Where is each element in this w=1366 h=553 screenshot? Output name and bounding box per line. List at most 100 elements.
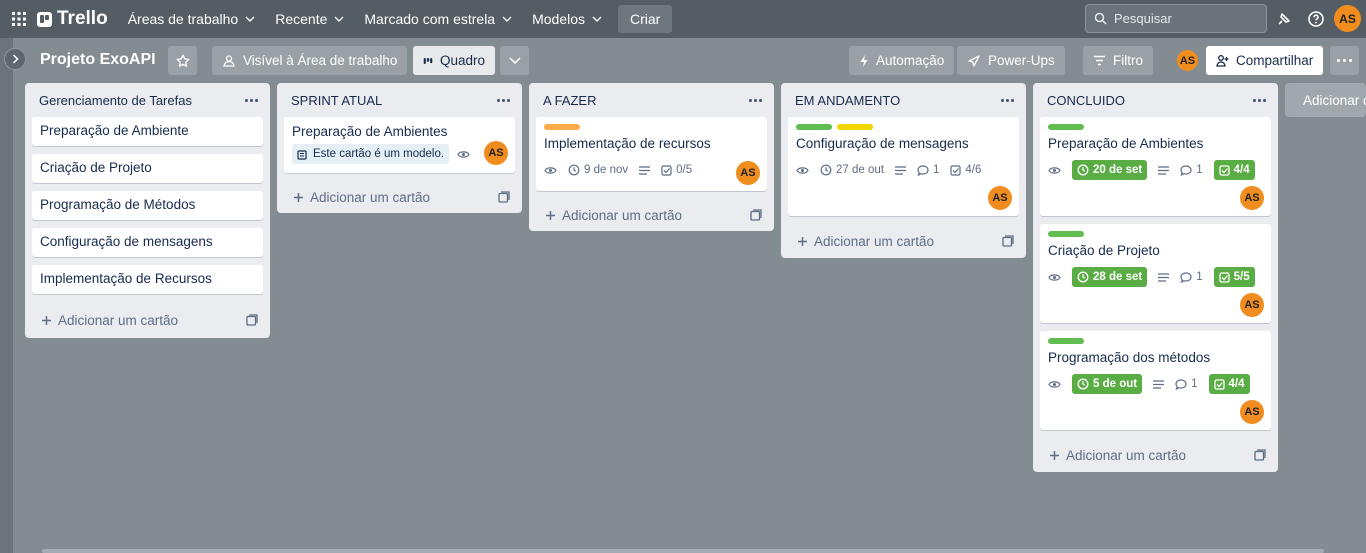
add-card-row: Adicionar um cartão [1033,438,1278,472]
view-switcher-button[interactable] [500,46,529,75]
menu-recent[interactable]: Recente [265,3,354,35]
due-date-badge[interactable]: 27 de out [820,164,884,176]
label-green[interactable] [1048,231,1084,237]
list-header: A FAZER [529,83,774,117]
list-menu-icon[interactable] [241,95,262,106]
checkbox-icon [1213,378,1225,390]
comments-badge: 1 [1175,378,1198,390]
card-member-avatar[interactable]: AS [484,141,508,165]
card-member-avatar[interactable]: AS [988,186,1012,210]
list-title[interactable]: A FAZER [543,93,596,108]
card[interactable]: Criação de Projeto 28 de set 1 5/5 AS [1040,224,1271,323]
template-icon[interactable] [1254,449,1266,461]
board-title[interactable]: Projeto ExoAPI [40,51,156,69]
card-title: Configuração de mensagens [40,234,213,249]
menu-starred[interactable]: Marcado com estrela [354,3,522,35]
list-a-fazer: A FAZER Implementação de recursos 9 de n… [529,83,774,231]
label-yellow[interactable] [837,124,873,130]
card-member-avatar[interactable]: AS [1240,400,1264,424]
filter-button[interactable]: Filtro [1083,46,1153,75]
card[interactable]: Criação de Projeto [32,154,263,183]
app-switcher-icon[interactable] [11,11,27,27]
add-card-button[interactable]: Adicionar um cartão [293,190,430,205]
template-icon[interactable] [498,191,510,203]
card-title: Programação dos métodos [1048,350,1211,365]
filter-icon [1094,55,1105,66]
due-date-badge[interactable]: 5 de out [1072,374,1143,394]
add-person-icon [1216,55,1229,67]
card-member-avatar[interactable]: AS [1240,293,1264,317]
card-title: Configuração de mensagens [796,136,969,151]
label-green[interactable] [1048,124,1084,130]
share-button[interactable]: Compartilhar [1206,46,1324,75]
add-list-button[interactable]: Adicionar outra lista [1285,83,1366,117]
visibility-label: Visível à Área de trabalho [243,53,398,68]
list-sprint-atual: SPRINT ATUAL Preparação de Ambientes Est… [277,83,522,213]
watch-icon [457,150,470,158]
comment-count: 1 [1196,164,1203,176]
board-menu-button[interactable] [1330,46,1359,75]
description-icon [1158,165,1170,175]
template-icon[interactable] [246,314,258,326]
clock-icon [1077,164,1089,176]
list-menu-icon[interactable] [997,95,1018,106]
add-card-button[interactable]: Adicionar um cartão [1049,448,1186,463]
card[interactable]: Preparação de Ambientes Este cartão é um… [284,117,515,173]
chevron-down-icon [508,57,521,64]
automation-button[interactable]: Automação [849,46,955,75]
checkbox-icon [950,164,961,176]
list-title[interactable]: SPRINT ATUAL [291,93,382,108]
card[interactable]: Implementação de Recursos [32,265,263,294]
visibility-button[interactable]: Visível à Área de trabalho [212,46,408,75]
label-green[interactable] [796,124,832,130]
template-icon[interactable] [1002,235,1014,247]
due-date-badge[interactable]: 28 de set [1072,267,1148,287]
card[interactable]: Implementação de recursos 9 de nov 0/5 A… [536,117,767,191]
card[interactable]: Programação de Métodos [32,191,263,220]
menu-workspaces[interactable]: Áreas de trabalho [118,3,266,35]
checkbox-icon [1218,164,1230,176]
trello-logo[interactable]: Trello [37,8,108,30]
card-member-avatar[interactable]: AS [736,161,760,185]
board-view-button[interactable]: Quadro [413,46,495,75]
horizontal-scrollbar[interactable] [42,549,1324,553]
label-orange[interactable] [544,124,580,130]
trello-logo-icon [37,11,52,27]
card-member-avatar[interactable]: AS [1240,186,1264,210]
powerups-button[interactable]: Power-Ups [957,46,1065,75]
clock-icon [568,164,580,176]
checklist-badge: 4/4 [1208,374,1250,394]
user-avatar[interactable]: AS [1334,5,1361,32]
checklist-badge: 4/4 [1213,160,1255,180]
comment-count: 1 [932,164,940,176]
search-input[interactable]: Pesquisar [1085,4,1267,33]
add-card-button[interactable]: Adicionar um cartão [41,313,178,328]
due-date-badge[interactable]: 9 de nov [568,164,628,176]
card[interactable]: Configuração de mensagens 27 de out 1 4/… [788,117,1019,216]
powerups-label: Power-Ups [988,53,1055,68]
star-board-button[interactable] [168,46,197,75]
card[interactable]: Configuração de mensagens [32,228,263,257]
add-card-button[interactable]: Adicionar um cartão [545,208,682,223]
add-card-button[interactable]: Adicionar um cartão [797,234,934,249]
board-member-avatar[interactable]: AS [1175,48,1200,73]
card[interactable]: Preparação de Ambiente [32,117,263,146]
description-icon [639,165,651,175]
list-concluido: CONCLUIDO Preparação de Ambientes 20 de … [1033,83,1278,472]
menu-templates[interactable]: Modelos [522,3,612,35]
list-title[interactable]: Gerenciamento de Tarefas [39,93,192,108]
due-date-badge[interactable]: 20 de set [1072,160,1148,180]
template-icon[interactable] [750,209,762,221]
notifications-icon[interactable] [1275,10,1293,28]
card[interactable]: Programação dos métodos 5 de out 1 4/4 A… [1040,331,1271,430]
plus-icon [546,210,555,220]
list-title[interactable]: CONCLUIDO [1047,93,1125,108]
create-button[interactable]: Criar [618,5,673,33]
help-icon[interactable] [1307,10,1325,28]
list-menu-icon[interactable] [745,95,766,106]
label-green[interactable] [1048,338,1084,344]
list-menu-icon[interactable] [493,95,514,106]
list-title[interactable]: EM ANDAMENTO [795,93,900,108]
card[interactable]: Preparação de Ambientes 20 de set 1 4/4 … [1040,117,1271,216]
list-menu-icon[interactable] [1249,95,1270,106]
